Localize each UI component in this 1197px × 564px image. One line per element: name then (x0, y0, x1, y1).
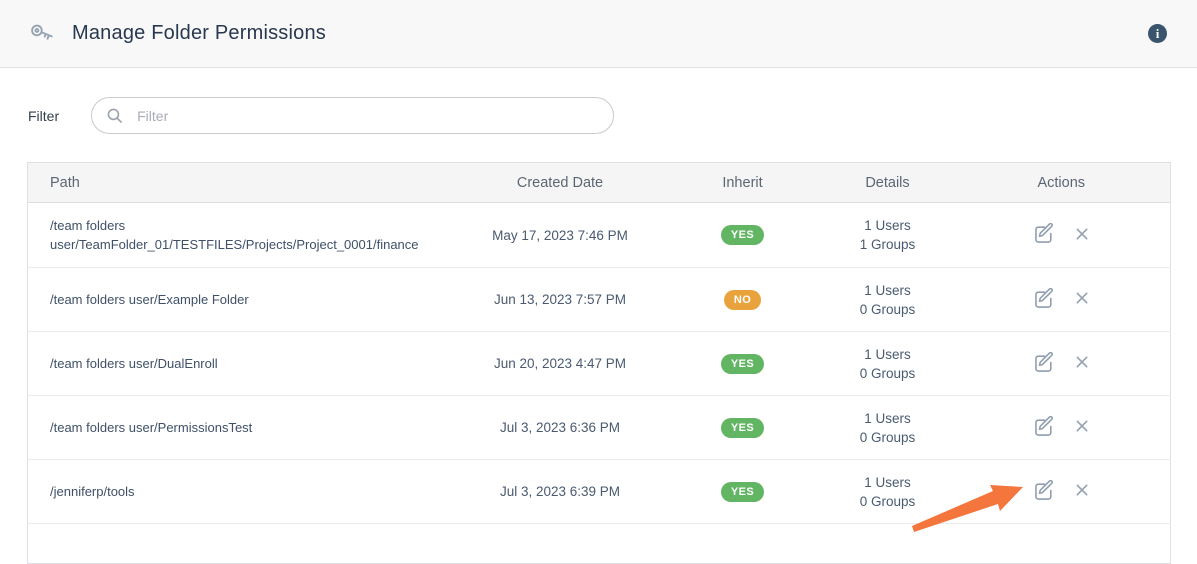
filter-row: Filter (28, 97, 1197, 134)
users-count: 1 Users (823, 473, 953, 492)
created-date: Jul 3, 2023 6:39 PM (458, 460, 663, 524)
table-header-row: Path Created Date Inherit Details Action… (28, 163, 1171, 203)
groups-count: 0 Groups (823, 492, 953, 511)
inherit-cell: YES (663, 203, 823, 268)
inherit-badge: YES (721, 418, 764, 438)
details-cell: 1 Users 0 Groups (823, 268, 953, 332)
column-header-details: Details (823, 163, 953, 203)
key-icon (28, 20, 55, 47)
groups-count: 0 Groups (823, 364, 953, 383)
edit-permissions-button[interactable] (1034, 416, 1055, 437)
created-date: May 17, 2023 7:46 PM (458, 203, 663, 268)
users-count: 1 Users (823, 409, 953, 428)
table-row: /team folders user/Example Folder Jun 13… (28, 268, 1171, 332)
groups-count: 0 Groups (823, 300, 953, 319)
created-date: Jun 20, 2023 4:47 PM (458, 332, 663, 396)
actions-cell (953, 460, 1171, 524)
filter-input[interactable] (135, 107, 599, 125)
folder-permissions-table: Path Created Date Inherit Details Action… (27, 162, 1171, 564)
table-row: /team folders user/TeamFolder_01/TESTFIL… (28, 203, 1171, 268)
inherit-badge: YES (721, 225, 764, 245)
table-row: /team folders user/DualEnroll Jun 20, 20… (28, 332, 1171, 396)
info-glyph: i (1156, 27, 1160, 40)
search-icon (106, 107, 123, 124)
delete-permissions-button[interactable] (1075, 419, 1089, 433)
edit-permissions-button[interactable] (1034, 223, 1055, 244)
details-cell: 1 Users 0 Groups (823, 460, 953, 524)
inherit-badge: NO (724, 290, 761, 310)
edit-permissions-button[interactable] (1034, 352, 1055, 373)
folder-path: /team folders user/TeamFolder_01/TESTFIL… (28, 203, 458, 268)
top-bar: Manage Folder Permissions i (0, 0, 1197, 68)
filter-label: Filter (28, 108, 59, 124)
actions-cell (953, 332, 1171, 396)
inherit-cell: YES (663, 396, 823, 460)
delete-permissions-button[interactable] (1075, 355, 1089, 369)
users-count: 1 Users (823, 216, 953, 235)
delete-permissions-button[interactable] (1075, 483, 1089, 497)
folder-path: /team folders user/PermissionsTest (28, 396, 458, 460)
delete-permissions-button[interactable] (1075, 291, 1089, 305)
page-title: Manage Folder Permissions (72, 22, 326, 45)
empty-row (28, 524, 1171, 564)
column-header-path: Path (28, 163, 458, 203)
created-date: Jul 3, 2023 6:36 PM (458, 396, 663, 460)
actions-cell (953, 268, 1171, 332)
table-row: /jenniferp/tools Jul 3, 2023 6:39 PM YES… (28, 460, 1171, 524)
inherit-badge: YES (721, 354, 764, 374)
info-icon[interactable]: i (1148, 24, 1167, 43)
details-cell: 1 Users 0 Groups (823, 332, 953, 396)
table-row: /team folders user/PermissionsTest Jul 3… (28, 396, 1171, 460)
delete-permissions-button[interactable] (1075, 227, 1089, 241)
details-cell: 1 Users 1 Groups (823, 203, 953, 268)
users-count: 1 Users (823, 345, 953, 364)
folder-path: /team folders user/Example Folder (28, 268, 458, 332)
column-header-inherit: Inherit (663, 163, 823, 203)
inherit-badge: YES (721, 482, 764, 502)
actions-cell (953, 396, 1171, 460)
details-cell: 1 Users 0 Groups (823, 396, 953, 460)
inherit-cell: YES (663, 332, 823, 396)
folder-path: /jenniferp/tools (28, 460, 458, 524)
actions-cell (953, 203, 1171, 268)
filter-input-container[interactable] (91, 97, 614, 134)
groups-count: 1 Groups (823, 235, 953, 254)
folder-path: /team folders user/DualEnroll (28, 332, 458, 396)
created-date: Jun 13, 2023 7:57 PM (458, 268, 663, 332)
users-count: 1 Users (823, 281, 953, 300)
edit-permissions-button[interactable] (1034, 480, 1055, 501)
groups-count: 0 Groups (823, 428, 953, 447)
column-header-created-date: Created Date (458, 163, 663, 203)
column-header-actions: Actions (953, 163, 1171, 203)
inherit-cell: NO (663, 268, 823, 332)
edit-permissions-button[interactable] (1034, 288, 1055, 309)
inherit-cell: YES (663, 460, 823, 524)
